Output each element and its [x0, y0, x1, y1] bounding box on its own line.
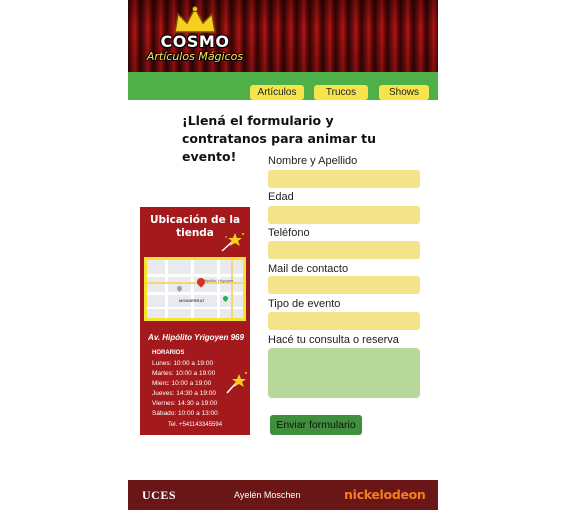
nav-articulos[interactable]: Artículos	[250, 85, 304, 100]
map-poi-icon	[175, 284, 184, 293]
map-poi-icon	[221, 294, 230, 303]
nickelodeon-logo[interactable]: nickelodeon	[344, 487, 426, 502]
hours-item: Sábado: 10:00 a 13:00	[152, 410, 218, 417]
nav-shows[interactable]: Shows	[379, 85, 429, 100]
map-frame: MONSERRAT Hipólito Yrigoyen	[144, 257, 246, 321]
event-type-label: Tipo de evento	[268, 298, 341, 310]
store-address: Av. Hipólito Yrigoyen 969	[148, 333, 244, 342]
magic-wand-icon	[226, 372, 247, 394]
map-label: MONSERRAT	[179, 298, 205, 303]
magic-wand-icon	[221, 233, 244, 252]
submit-button[interactable]: Enviar formulario	[270, 415, 362, 435]
email-input[interactable]	[268, 276, 420, 294]
author-name: Ayelén Moschen	[234, 490, 301, 500]
uces-logo[interactable]: UCES	[142, 488, 176, 503]
hours-item: Viernes: 14:30 a 19:00	[152, 400, 218, 407]
store-phone: Tel. +541143345594	[167, 422, 223, 428]
logo-subtitle: Artículos Mágicos	[146, 50, 244, 63]
navbar: Artículos Trucos Shows	[128, 72, 438, 100]
event-type-input[interactable]	[268, 312, 420, 330]
hours-title: HORARIOS	[152, 350, 185, 356]
store-location-card: Ubicación de la tienda MONSERRAT Hipólit…	[140, 207, 250, 435]
logo-title: COSMO	[160, 32, 230, 51]
name-input[interactable]	[268, 170, 420, 188]
header-curtain: COSMO Artículos Mágicos	[128, 0, 438, 72]
crown-icon	[174, 6, 216, 33]
age-label: Edad	[268, 191, 294, 203]
hours-item: Lunes: 10:00 a 19:00	[152, 360, 214, 367]
footer: UCES Ayelén Moschen nickelodeon	[128, 480, 438, 510]
page: COSMO Artículos Mágicos Artículos Trucos…	[128, 0, 438, 510]
cosmo-logo[interactable]: COSMO Artículos Mágicos	[140, 4, 250, 68]
message-label: Hacé tu consulta o reserva	[268, 334, 399, 346]
map-label: Hipólito Yrigoyen	[203, 278, 234, 283]
nav-trucos[interactable]: Trucos	[314, 85, 368, 100]
message-textarea[interactable]	[268, 348, 420, 398]
email-label: Mail de contacto	[268, 263, 349, 275]
name-label: Nombre y Apellido	[268, 155, 358, 167]
phone-label: Teléfono	[268, 227, 310, 239]
age-input[interactable]	[268, 206, 420, 224]
store-map[interactable]: MONSERRAT Hipólito Yrigoyen	[147, 260, 243, 318]
phone-input[interactable]	[268, 241, 420, 259]
